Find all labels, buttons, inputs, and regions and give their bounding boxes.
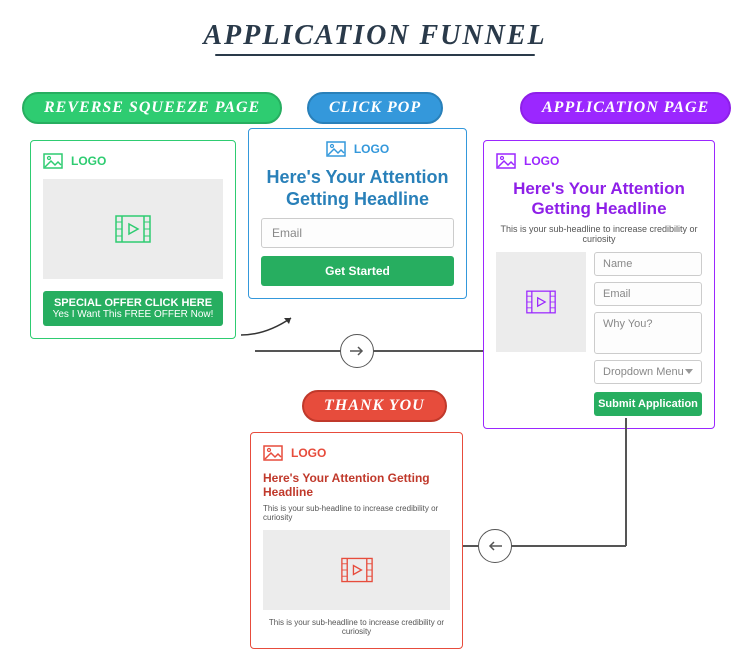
logo-row: LOGO [263,445,450,461]
offer-line1: SPECIAL OFFER CLICK HERE [43,297,223,309]
card-click-pop: LOGO Here's Your Attention Getting Headl… [248,128,467,299]
video-placeholder [43,179,223,279]
card-application: LOGO Here's Your Attention Getting Headl… [483,140,715,429]
email-field[interactable]: Email [594,282,702,306]
ty-subhead-top: This is your sub-headline to increase cr… [263,504,450,522]
arrow-right-circle-icon [340,334,374,368]
image-icon [326,141,346,157]
diagram-title-wrap: APPLICATION FUNNEL [0,0,750,56]
diagram-title: APPLICATION FUNNEL [203,20,546,52]
video-placeholder [263,530,450,610]
name-field[interactable]: Name [594,252,702,276]
get-started-button[interactable]: Get Started [261,256,454,286]
why-you-field[interactable]: Why You? [594,312,702,354]
image-icon [263,445,283,461]
connector-line [625,418,627,546]
pill-click-pop: CLICK POP [307,92,443,124]
video-icon [341,557,373,583]
chevron-down-icon [685,369,693,374]
video-icon [115,215,151,243]
connector-line [463,545,479,547]
video-placeholder [496,252,586,352]
app-subhead: This is your sub-headline to increase cr… [496,224,702,244]
curved-arrow-icon [236,310,306,340]
logo-row: LOGO [261,141,454,157]
card-reverse-squeeze: LOGO SPECIAL OFFER CLICK HERE Yes I Want… [30,140,236,339]
offer-line2: Yes I Want This FREE OFFER Now! [43,309,223,320]
logo-row: LOGO [496,153,702,169]
logo-label: LOGO [354,142,389,156]
image-icon [43,153,63,169]
title-underline [215,54,535,56]
arrow-left-circle-icon [478,529,512,563]
pill-thank-you: THANK YOU [302,390,447,422]
clickpop-headline: Here's Your Attention Getting Headline [261,167,454,210]
video-icon [526,290,556,314]
pill-application-page: APPLICATION PAGE [520,92,731,124]
dropdown-label: Dropdown Menu [603,366,684,378]
logo-label: LOGO [524,154,559,168]
logo-label: LOGO [291,446,326,460]
connector-line [505,545,626,547]
pill-reverse-squeeze: REVERSE SQUEEZE PAGE [22,92,282,124]
card-thank-you: LOGO Here's Your Attention Getting Headl… [250,432,463,649]
image-icon [496,153,516,169]
app-headline: Here's Your Attention Getting Headline [496,179,702,220]
logo-label: LOGO [71,154,106,168]
email-field[interactable]: Email [261,218,454,248]
ty-headline: Here's Your Attention Getting Headline [263,471,450,500]
submit-application-button[interactable]: Submit Application [594,392,702,416]
ty-subhead-bottom: This is your sub-headline to increase cr… [263,618,450,636]
dropdown-menu[interactable]: Dropdown Menu [594,360,702,384]
logo-row: LOGO [43,153,223,169]
special-offer-button[interactable]: SPECIAL OFFER CLICK HERE Yes I Want This… [43,291,223,326]
